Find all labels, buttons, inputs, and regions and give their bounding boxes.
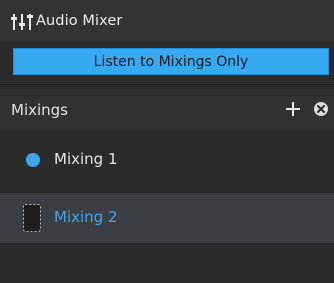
- mixing-item-label: Mixing 2: [54, 208, 118, 226]
- mixing-item-2[interactable]: Mixing 2: [0, 193, 334, 243]
- plus-icon: [286, 102, 300, 116]
- active-dot-icon: [26, 153, 40, 167]
- dashed-placeholder-icon: [21, 202, 43, 234]
- panel-title: Audio Mixer: [36, 13, 123, 29]
- panel-title-bar: Audio Mixer: [0, 0, 334, 42]
- mixing-item-1[interactable]: Mixing 1: [0, 135, 334, 185]
- mixing-item-label: Mixing 1: [54, 150, 118, 168]
- audio-mixer-panel: Audio Mixer Listen to Mixings Only Mixin…: [0, 0, 334, 283]
- close-circle-icon: [314, 102, 328, 116]
- remove-mixing-button[interactable]: [312, 100, 330, 118]
- divider: [0, 84, 334, 85]
- mixings-header: Mixings: [0, 89, 334, 131]
- mixings-title: Mixings: [11, 101, 68, 119]
- listen-to-mixings-only-button[interactable]: Listen to Mixings Only: [13, 48, 329, 75]
- add-mixing-button[interactable]: [282, 95, 304, 123]
- mixer-sliders-icon: [11, 12, 33, 32]
